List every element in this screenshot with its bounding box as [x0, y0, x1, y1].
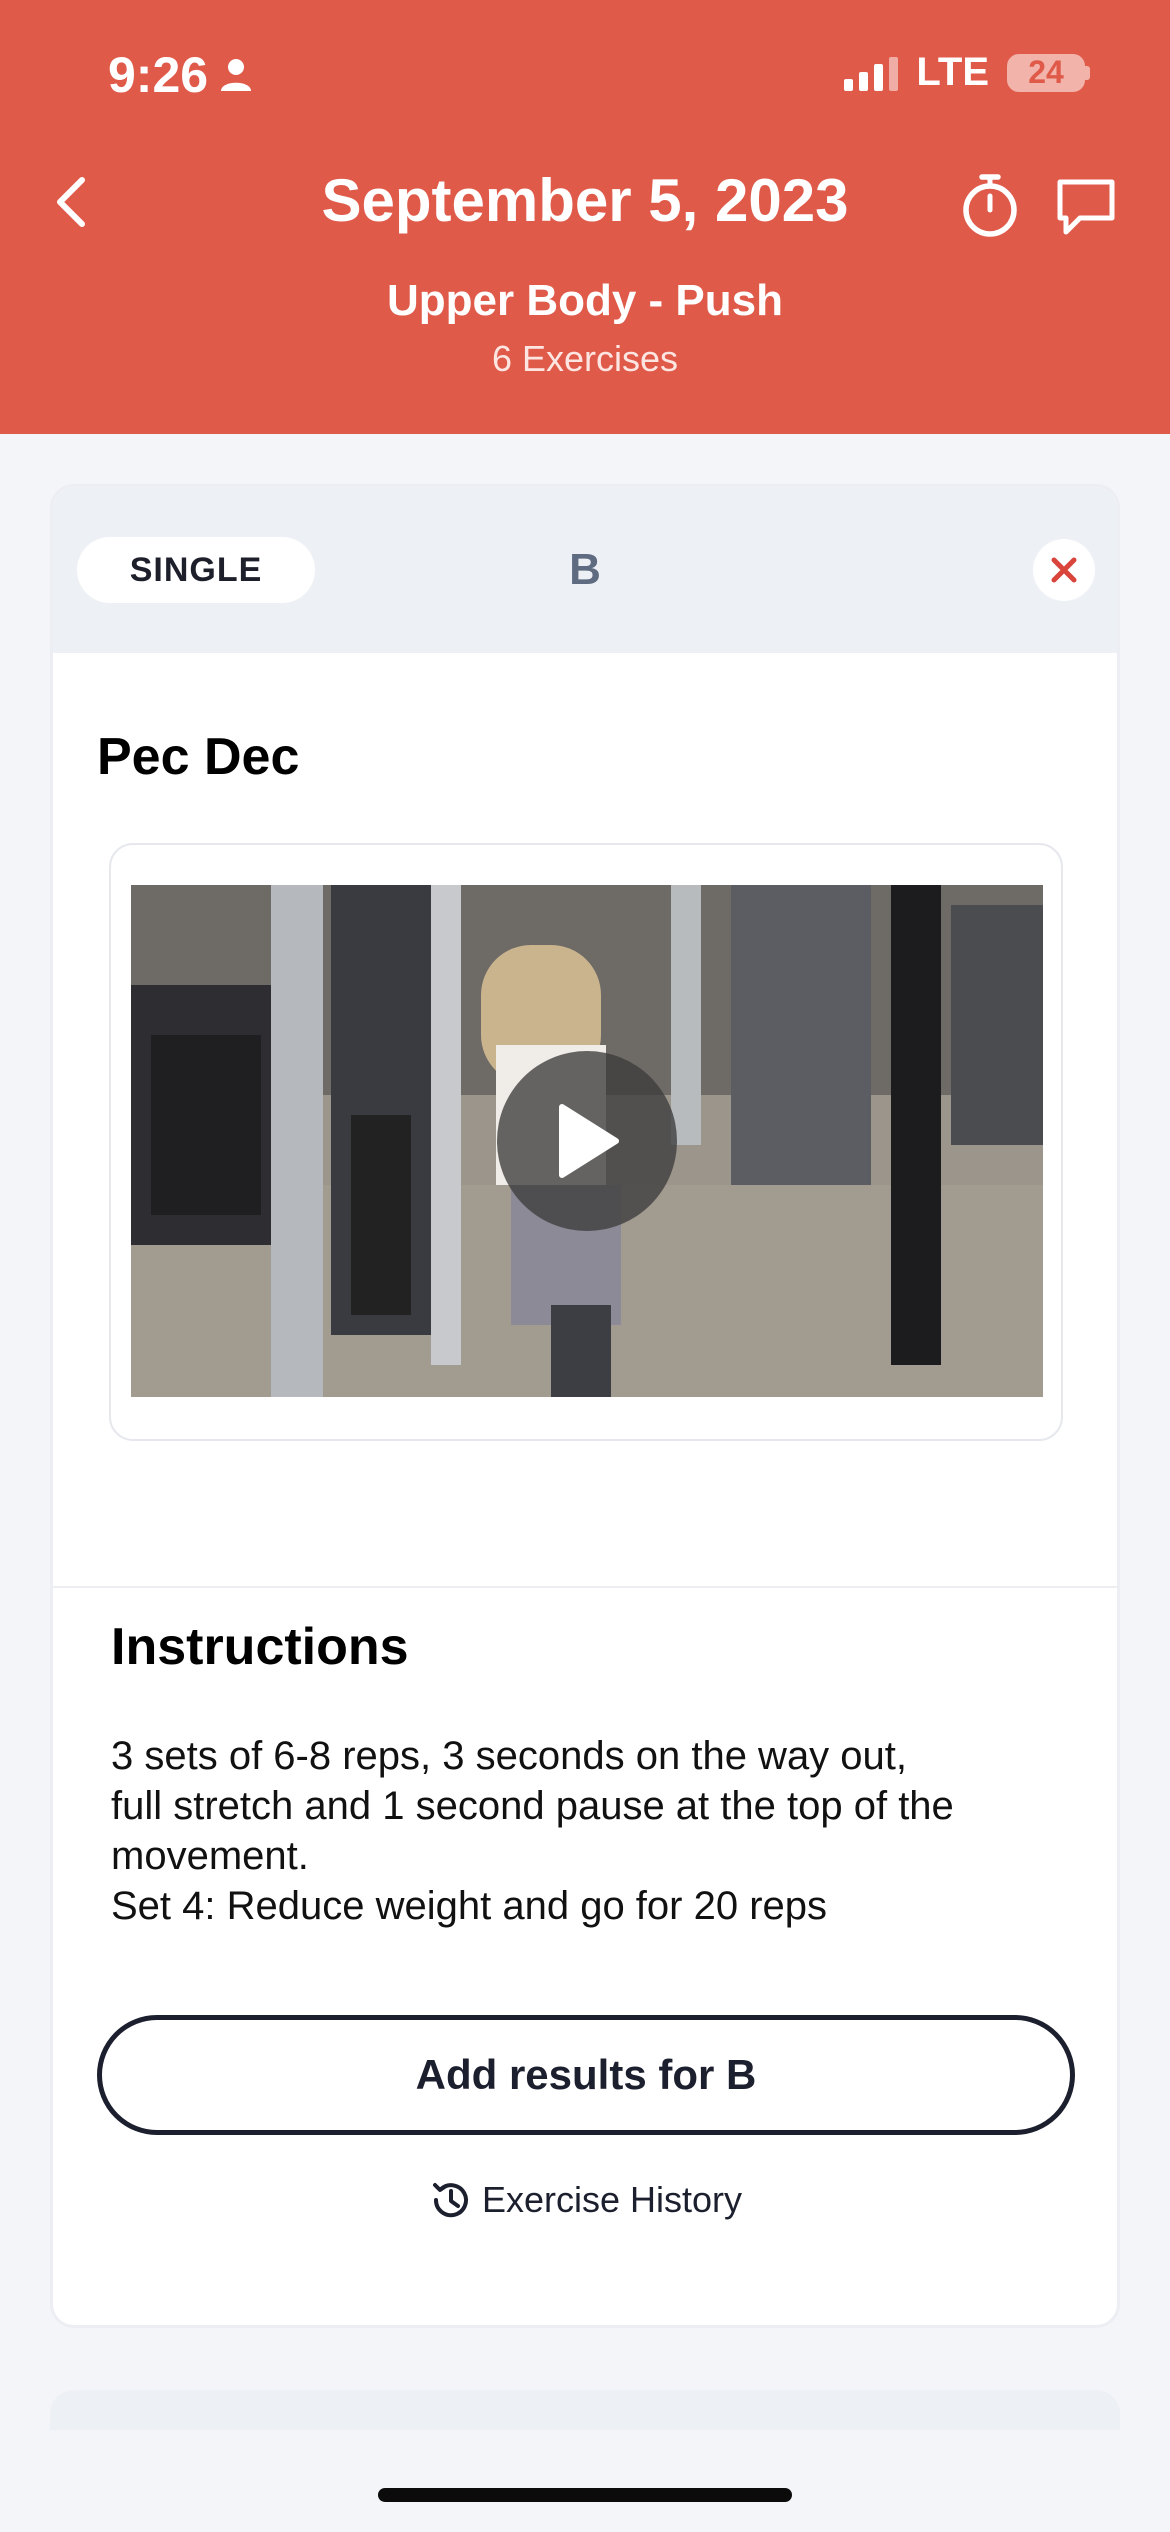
add-results-button[interactable]: Add results for B: [97, 2015, 1075, 2135]
instructions-line: Set 4: Reduce weight and go for 20 reps: [111, 1884, 828, 1928]
status-indicators: LTE 24: [844, 50, 1090, 95]
exercise-history-link[interactable]: Exercise History: [53, 2177, 1117, 2223]
chat-button[interactable]: [1054, 176, 1118, 243]
exercise-video[interactable]: [131, 885, 1043, 1397]
chat-icon: [1057, 179, 1115, 235]
signal-icon: [844, 55, 899, 91]
instructions-text: 3 sets of 6-8 reps, 3 seconds on the way…: [111, 1731, 1091, 1931]
next-exercise-card[interactable]: [50, 2390, 1120, 2430]
instructions-line: full stretch and 1 second pause at the t…: [111, 1784, 954, 1828]
remove-exercise-button[interactable]: [1033, 539, 1095, 601]
app-header: 9:26 LTE 24 September 5, 2023 Upper Body…: [0, 0, 1170, 434]
instructions-line: 3 sets of 6-8 reps, 3 seconds on the way…: [111, 1734, 908, 1778]
clock-text: 9:26: [108, 47, 209, 103]
network-label: LTE: [916, 50, 989, 94]
exercise-history-label: Exercise History: [481, 2179, 743, 2220]
stopwatch-icon: [963, 174, 1017, 237]
video-container: [109, 843, 1063, 1441]
play-icon: [559, 1104, 619, 1178]
exercise-name: Pec Dec: [97, 728, 300, 786]
play-button[interactable]: [497, 1051, 677, 1231]
card-header: SINGLE B: [53, 487, 1117, 653]
exercise-card: SINGLE B Pec Dec Instructions 3 sets of …: [50, 484, 1120, 2328]
timer-button[interactable]: [958, 172, 1022, 243]
history-icon: [432, 2183, 468, 2218]
battery-icon: 24: [1007, 53, 1085, 92]
person-icon: [221, 59, 252, 91]
instructions-line: movement.: [111, 1834, 309, 1878]
exercise-count: 6 Exercises: [491, 338, 679, 379]
home-indicator[interactable]: [378, 2488, 792, 2502]
close-icon: [1051, 557, 1077, 583]
status-time: 9:26: [108, 46, 252, 104]
workout-name: Upper Body - Push: [386, 276, 784, 325]
divider: [53, 1586, 1117, 1588]
battery-level: 24: [1028, 54, 1064, 90]
instructions-title: Instructions: [111, 1618, 409, 1676]
block-letter: B: [569, 545, 601, 594]
